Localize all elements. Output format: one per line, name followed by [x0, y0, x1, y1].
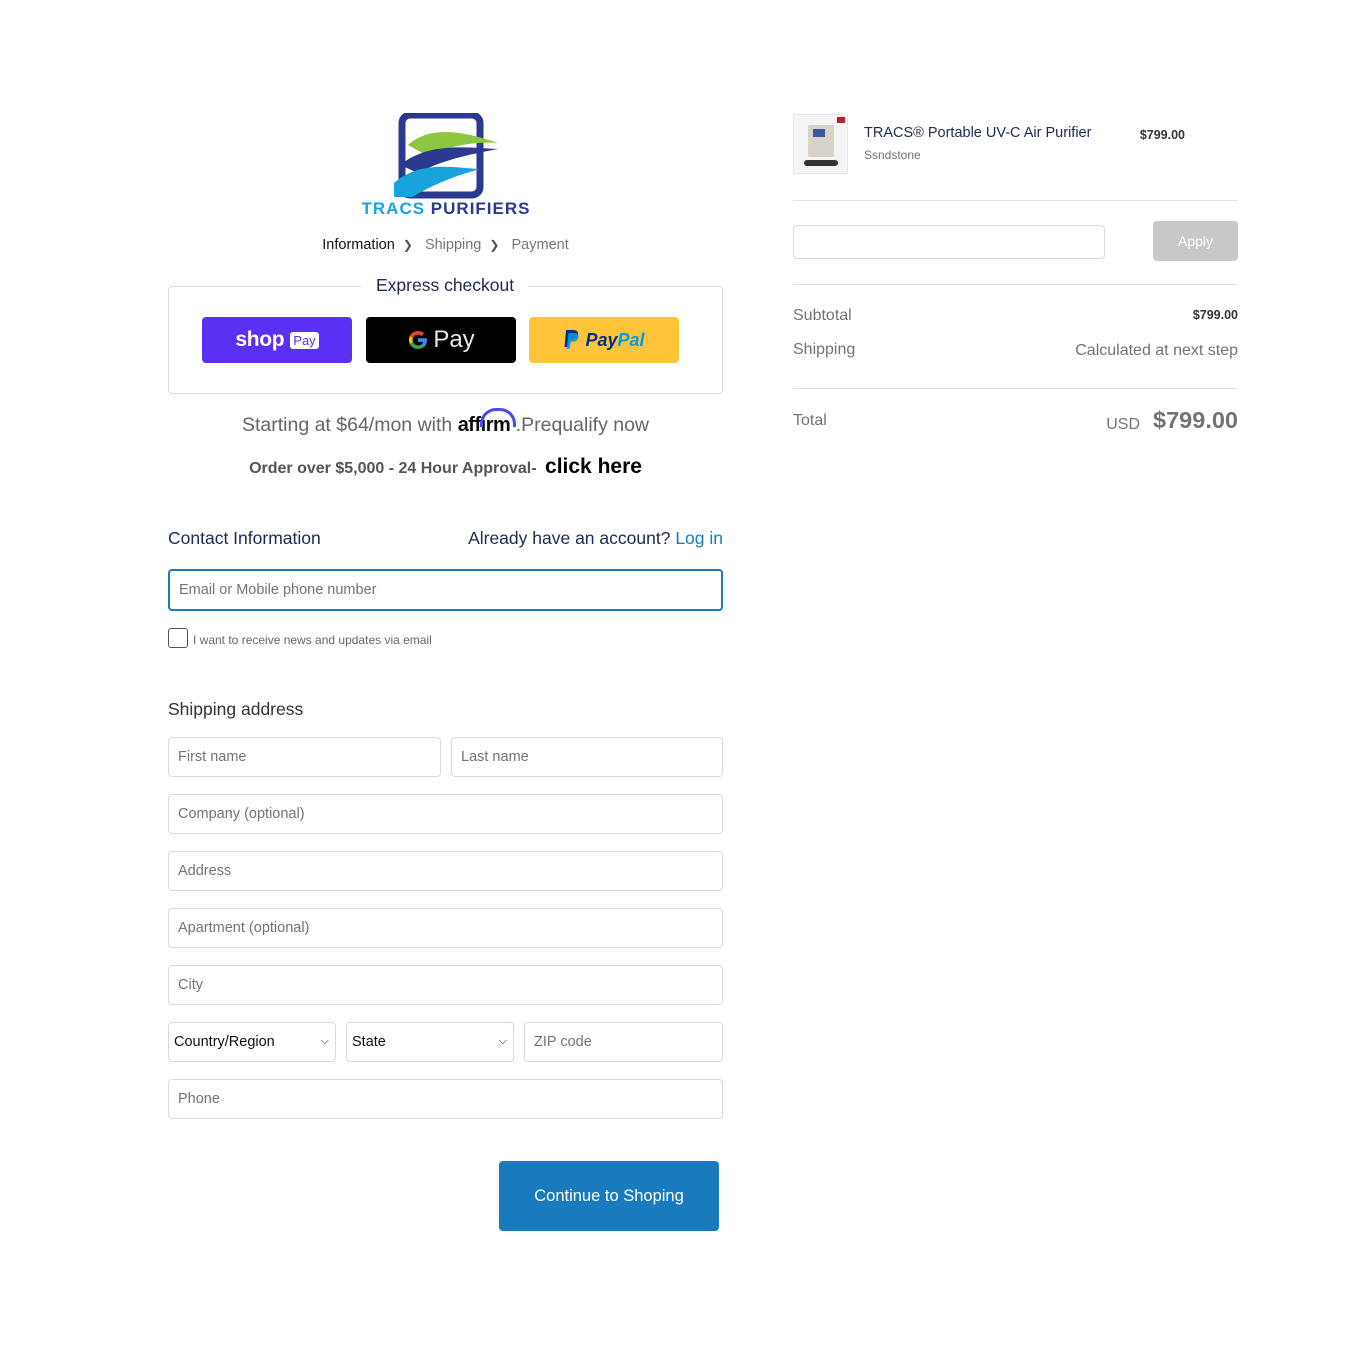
express-checkout-title: Express checkout [361, 275, 530, 296]
divider [793, 388, 1238, 389]
email-field[interactable] [168, 569, 723, 611]
total-currency: USD [1106, 416, 1140, 433]
breadcrumb-shipping[interactable]: Shipping [425, 237, 481, 253]
newsletter-checkbox[interactable] [168, 628, 188, 648]
shop-pay-button[interactable]: shop Pay [202, 317, 352, 363]
google-pay-button[interactable]: Pay [366, 317, 516, 363]
company-field[interactable] [168, 794, 723, 834]
total-label: Total [793, 412, 827, 429]
shop-pay-word: shop [235, 328, 285, 351]
logo-word-purifiers: PURIFIERS [430, 199, 531, 218]
affirm-prequalify-link[interactable]: .Prequalify now [516, 414, 649, 436]
account-prompt: Already have an account? Log in [468, 528, 723, 549]
shipping-address-title: Shipping address [168, 699, 304, 719]
product-name: TRACS® Portable UV-C Air Purifier [864, 125, 1092, 141]
affirm-promo: Starting at $64/mon with affirm .Prequal… [168, 414, 723, 437]
continue-button[interactable]: Continue to Shoping [499, 1161, 719, 1231]
chevron-right-icon: ❯ [489, 238, 500, 253]
breadcrumb-payment: Payment [511, 237, 569, 254]
phone-field[interactable] [168, 1079, 723, 1119]
product-panel-shape [813, 129, 825, 137]
paypal-button[interactable]: PayPal [529, 317, 679, 363]
chevron-down-icon: ⌵ [498, 1035, 507, 1047]
paypal-wordmark: PayPal [585, 330, 644, 351]
account-prompt-text: Already have an account? [468, 528, 671, 548]
apartment-field[interactable] [168, 908, 723, 948]
login-link[interactable]: Log in [675, 528, 723, 548]
logo-wordmark: TRACS PURIFIERS [348, 199, 544, 219]
breadcrumb: Information ❯ Shipping ❯ Payment [168, 237, 723, 253]
shipping-label: Shipping [793, 341, 856, 358]
google-g-icon [409, 331, 428, 349]
first-name-field[interactable] [168, 737, 441, 777]
product-thumbnail [793, 114, 848, 174]
city-field[interactable] [168, 965, 723, 1005]
breadcrumb-information[interactable]: Information [322, 237, 395, 253]
total-value: $799.00 [1153, 407, 1238, 433]
contact-information-title: Contact Information [168, 528, 321, 548]
product-price: $799.00 [1139, 128, 1185, 142]
paypal-word-pay: Pay [585, 329, 618, 350]
state-select[interactable]: State ⌵ [346, 1022, 514, 1062]
click-here-link[interactable]: click here [545, 455, 642, 478]
address-field[interactable] [168, 851, 723, 891]
chevron-right-icon: ❯ [402, 238, 413, 253]
product-base-shape [804, 160, 838, 166]
product-variant: Ssndstone [864, 148, 921, 162]
paypal-icon [564, 330, 580, 349]
google-pay-word: Pay [433, 326, 475, 353]
logo-word-tracs: TRACS [361, 199, 426, 218]
divider [793, 284, 1238, 285]
apply-discount-button[interactable]: Apply [1153, 221, 1238, 261]
affirm-logo: affirm [457, 414, 511, 436]
discount-code-field[interactable] [793, 225, 1105, 259]
country-select-value: Country/Region [174, 1034, 275, 1050]
order-approval-text: Order over $5,000 - 24 Hour Approval- [249, 460, 537, 477]
paypal-word-pal: Pal [617, 329, 645, 350]
country-select[interactable]: Country/Region ⌵ [168, 1022, 336, 1062]
shipping-value: Calculated at next step [1075, 342, 1238, 359]
shop-pay-badge: Pay [290, 331, 319, 349]
flag-icon [837, 117, 845, 123]
affirm-prefix: Starting at $64/mon with [241, 414, 453, 436]
brand-logo[interactable]: TRACS PURIFIERS [348, 113, 544, 219]
newsletter-label: I want to receive news and updates via e… [193, 633, 432, 647]
state-select-value: State [352, 1034, 386, 1050]
express-checkout: Express checkout shop Pay Pay PayPal [168, 275, 723, 394]
divider [793, 200, 1238, 201]
order-approval-promo: Order over $5,000 - 24 Hour Approval- cl… [168, 455, 723, 479]
zip-code-field[interactable] [524, 1022, 723, 1062]
last-name-field[interactable] [451, 737, 723, 777]
logo-emblem-icon [394, 113, 498, 199]
subtotal-value: $799.00 [1192, 308, 1238, 322]
subtotal-label: Subtotal [793, 307, 852, 324]
chevron-down-icon: ⌵ [320, 1035, 329, 1047]
